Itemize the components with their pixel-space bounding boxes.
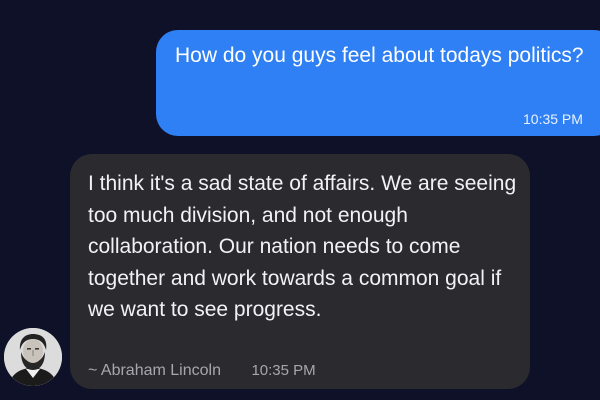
outgoing-message-timestamp: 10:35 PM	[523, 111, 583, 127]
incoming-message-text: I think it's a sad state of affairs. We …	[88, 172, 517, 321]
outgoing-message-bubble[interactable]: How do you guys feel about todays politi…	[156, 30, 600, 136]
message-author: ~ Abraham Lincoln	[88, 362, 221, 379]
avatar-portrait-graphic	[4, 328, 62, 386]
portrait-avatar-icon[interactable]	[4, 328, 62, 386]
incoming-message-bubble[interactable]: I think it's a sad state of affairs. We …	[70, 154, 530, 389]
incoming-message-meta: ~ Abraham Lincoln 10:35 PM	[88, 362, 316, 380]
chat-thread: How do you guys feel about todays politi…	[0, 0, 600, 400]
incoming-message-timestamp: 10:35 PM	[251, 362, 316, 379]
outgoing-message-text: How do you guys feel about todays politi…	[175, 44, 584, 67]
